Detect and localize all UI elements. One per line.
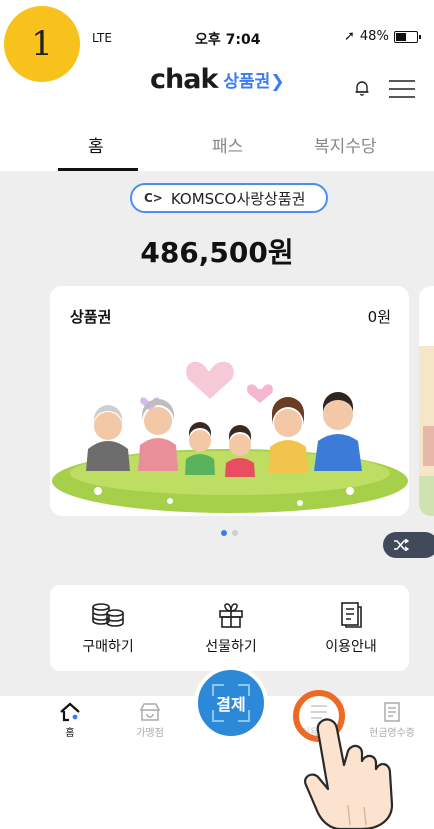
guide-label: 이용안내 <box>325 639 377 655</box>
carousel-dot <box>221 530 227 536</box>
coins-icon <box>92 603 124 627</box>
shuffle-button[interactable] <box>383 532 434 558</box>
nav-store-label: 가맹점 <box>136 728 164 739</box>
guide-icon <box>341 602 362 628</box>
quick-actions: 구매하기 선물하기 이용안내 <box>50 585 409 671</box>
status-right: ➚ 48% <box>344 29 421 44</box>
gift-label: 선물하기 <box>205 639 257 655</box>
family-illustration <box>52 361 408 513</box>
brand-name: chak <box>150 64 218 95</box>
tab-pass[interactable]: 패스 <box>212 132 243 157</box>
bell-icon[interactable] <box>354 80 370 96</box>
voucher-card-amount: 0원 <box>367 308 391 326</box>
location-arrow-icon: ➚ <box>344 29 355 44</box>
tab-home[interactable]: 홈 <box>88 132 104 157</box>
clock: 오후 7:04 <box>195 32 261 48</box>
buy-label: 구매하기 <box>82 639 134 655</box>
nav-home-label: 홈 <box>65 728 75 739</box>
app-logo: chak 상품권❯ <box>150 64 285 95</box>
top-tabs: 홈 패스 복지수당 <box>0 122 434 172</box>
next-card-illustration <box>419 346 434 516</box>
issuer-logo: C> <box>144 191 163 205</box>
buy-button[interactable]: 구매하기 <box>53 585 163 671</box>
battery-icon <box>393 30 421 43</box>
issuer-selector[interactable]: C> KOMSCO사랑상품권 <box>130 183 328 213</box>
gift-icon <box>219 603 243 628</box>
menu-icon[interactable] <box>389 79 415 99</box>
store-icon <box>139 703 161 721</box>
home-icon <box>60 702 80 722</box>
shuffle-icon <box>394 539 409 551</box>
issuer-name: KOMSCO사랑상품권 <box>170 189 306 208</box>
next-card-peek[interactable] <box>419 286 434 516</box>
voucher-card-title: 상품권 <box>70 308 112 326</box>
voucher-card[interactable]: 상품권 0원 <box>50 286 409 516</box>
nav-home[interactable]: 홈 <box>40 696 100 739</box>
main-content: C> KOMSCO사랑상품권 486,500원 상품권 0원 구매하기 선물하기… <box>0 171 434 696</box>
total-balance: 486,500원 <box>140 236 294 269</box>
nav-store[interactable]: 가맹점 <box>120 696 180 739</box>
pay-label: 결제 <box>216 695 246 714</box>
carousel-dot <box>232 530 238 536</box>
pay-button[interactable]: 결제 <box>194 666 268 740</box>
pointing-hand-icon <box>304 718 394 829</box>
gift-button[interactable]: 선물하기 <box>176 585 286 671</box>
network-indicator: LTE <box>92 31 112 45</box>
battery-percent: 48% <box>359 29 389 44</box>
brand-subtitle: 상품권❯ <box>223 72 285 92</box>
carousel-indicator <box>221 530 238 536</box>
guide-button[interactable]: 이용안내 <box>296 585 406 671</box>
tab-welfare[interactable]: 복지수당 <box>314 132 377 157</box>
step-badge: 1 <box>4 6 80 82</box>
